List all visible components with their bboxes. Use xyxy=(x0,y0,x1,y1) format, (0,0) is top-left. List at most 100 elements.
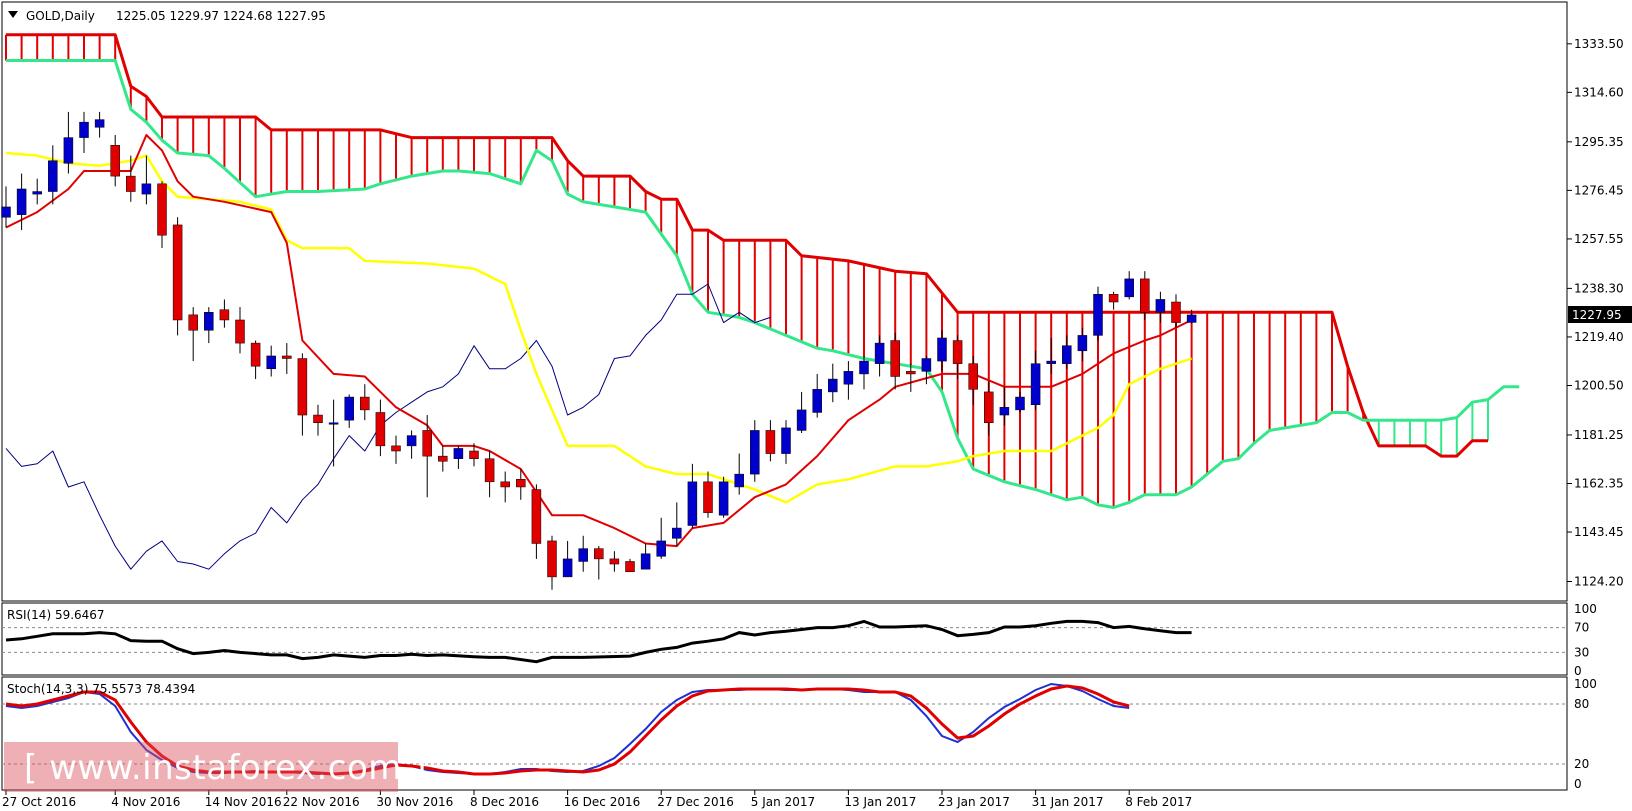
candle-body xyxy=(672,527,682,539)
candle-body xyxy=(1077,335,1088,352)
candle-body xyxy=(812,389,822,413)
candle-body xyxy=(266,355,276,370)
candle-body xyxy=(516,479,526,488)
stoch-tick-label: 0 xyxy=(1574,777,1582,791)
candle-body xyxy=(282,355,292,359)
price-tick-label: 1181.25 xyxy=(1574,428,1624,442)
candle-body xyxy=(874,342,885,364)
price-axis: 1333.50 1314.60 1295.35 1276.45 1257.55 1238.… xyxy=(1567,37,1632,589)
candle-body xyxy=(1155,299,1166,313)
candle-body xyxy=(110,145,120,177)
candle-body xyxy=(157,183,167,236)
candle-body xyxy=(94,119,105,128)
main-panel: GOLD,Daily 1225.05 1229.97 1224.68 1227.… xyxy=(1,1,1568,602)
stoch-tick-labels: 100 80 20 0 xyxy=(1574,677,1597,791)
candle-body xyxy=(1093,294,1103,336)
stoch-tick-label: 20 xyxy=(1574,757,1589,771)
candle-body xyxy=(1186,314,1197,323)
price-tick-label: 1295.35 xyxy=(1574,135,1624,149)
candle-body xyxy=(984,391,994,423)
candle-body xyxy=(1015,396,1025,411)
candle-body xyxy=(578,548,588,562)
candle-body xyxy=(750,430,760,475)
candle-body xyxy=(906,371,916,375)
candle-body xyxy=(999,407,1010,416)
candle-body xyxy=(141,183,152,195)
candle-body xyxy=(609,558,620,565)
time-label: 23 Jan 2017 xyxy=(938,795,1010,809)
candle-body xyxy=(172,224,183,321)
main-panel-frame xyxy=(1,1,1568,602)
candle-body xyxy=(1062,345,1072,364)
candle-body xyxy=(235,319,245,344)
candle-body xyxy=(594,548,604,560)
candle-body xyxy=(828,378,838,393)
stoch-label: Stoch(14,3,3) 75.5573 78.4394 xyxy=(7,682,195,696)
candle-body xyxy=(562,558,573,578)
candle-body xyxy=(63,137,74,164)
rsi-panel-frame xyxy=(1,602,1568,676)
candle-body xyxy=(843,371,854,385)
time-label: 16 Dec 2016 xyxy=(564,795,641,809)
candle-body xyxy=(204,312,214,331)
candle-body xyxy=(297,358,308,416)
rsi-tick-label: 0 xyxy=(1574,664,1582,678)
candle-body xyxy=(781,427,791,454)
candle-body xyxy=(48,160,58,192)
watermark-text: [ www.instaforex.com ] xyxy=(24,748,427,788)
rsi-panel: RSI(14) 59.6467 100 70 30 0 xyxy=(1,602,1597,678)
candle-bull xyxy=(1093,286,1103,341)
candle-body xyxy=(796,409,807,431)
rsi-tick-label: 70 xyxy=(1574,621,1589,635)
rsi-tick-label: 30 xyxy=(1574,645,1589,659)
candle-bull xyxy=(718,476,729,518)
candle-body xyxy=(656,540,666,557)
candle-body xyxy=(1030,363,1041,406)
time-label: 13 Jan 2017 xyxy=(844,795,916,809)
candle-body xyxy=(422,430,432,457)
time-axis: 27 Oct 2016 4 Nov 2016 14 Nov 2016 22 Nov 2… xyxy=(2,790,1192,809)
candle-body xyxy=(1,206,11,218)
candle-body xyxy=(734,473,744,488)
candle-body xyxy=(453,448,464,459)
candle-body xyxy=(687,481,698,526)
candle-body xyxy=(500,481,510,488)
candle-body xyxy=(531,489,542,544)
candle-body xyxy=(937,337,947,362)
candle-body xyxy=(188,314,198,331)
candle-body xyxy=(1108,294,1119,303)
candle-body xyxy=(469,450,479,459)
candle-body xyxy=(375,412,386,447)
time-label: 31 Jan 2017 xyxy=(1032,795,1104,809)
candle-body xyxy=(625,561,635,572)
candle-body xyxy=(547,540,557,578)
time-label: 27 Dec 2016 xyxy=(657,795,734,809)
rsi-label: RSI(14) 59.6467 xyxy=(7,608,105,622)
time-label: 27 Oct 2016 xyxy=(2,795,76,809)
candle-body xyxy=(859,360,869,375)
candle-body xyxy=(313,414,323,423)
candle-body xyxy=(344,396,354,421)
candle-body xyxy=(890,340,900,377)
candle-body xyxy=(1171,301,1181,323)
price-tick-label: 1143.45 xyxy=(1574,525,1624,539)
candle-bear xyxy=(172,217,183,336)
price-tick-label: 1238.30 xyxy=(1574,281,1624,295)
candle-body xyxy=(765,430,776,454)
candle-body xyxy=(328,422,339,425)
candle-body xyxy=(1046,360,1056,364)
candle-body xyxy=(219,309,230,321)
price-tick-label: 1162.35 xyxy=(1574,476,1624,490)
time-label: 5 Jan 2017 xyxy=(751,795,815,809)
time-label: 22 Nov 2016 xyxy=(283,795,360,809)
price-tick-label: 1276.45 xyxy=(1574,183,1624,197)
collapse-arrow-icon[interactable] xyxy=(8,11,18,18)
candle-body xyxy=(1124,278,1134,298)
stoch-tick-label: 80 xyxy=(1574,697,1589,711)
current-price-label: 1227.95 xyxy=(1572,308,1622,322)
time-label: 8 Dec 2016 xyxy=(470,795,539,809)
candle-body xyxy=(250,342,261,367)
candle-body xyxy=(79,121,89,138)
watermark: [ www.instaforex.com ] xyxy=(4,742,427,792)
price-tick-label: 1314.60 xyxy=(1574,85,1624,99)
